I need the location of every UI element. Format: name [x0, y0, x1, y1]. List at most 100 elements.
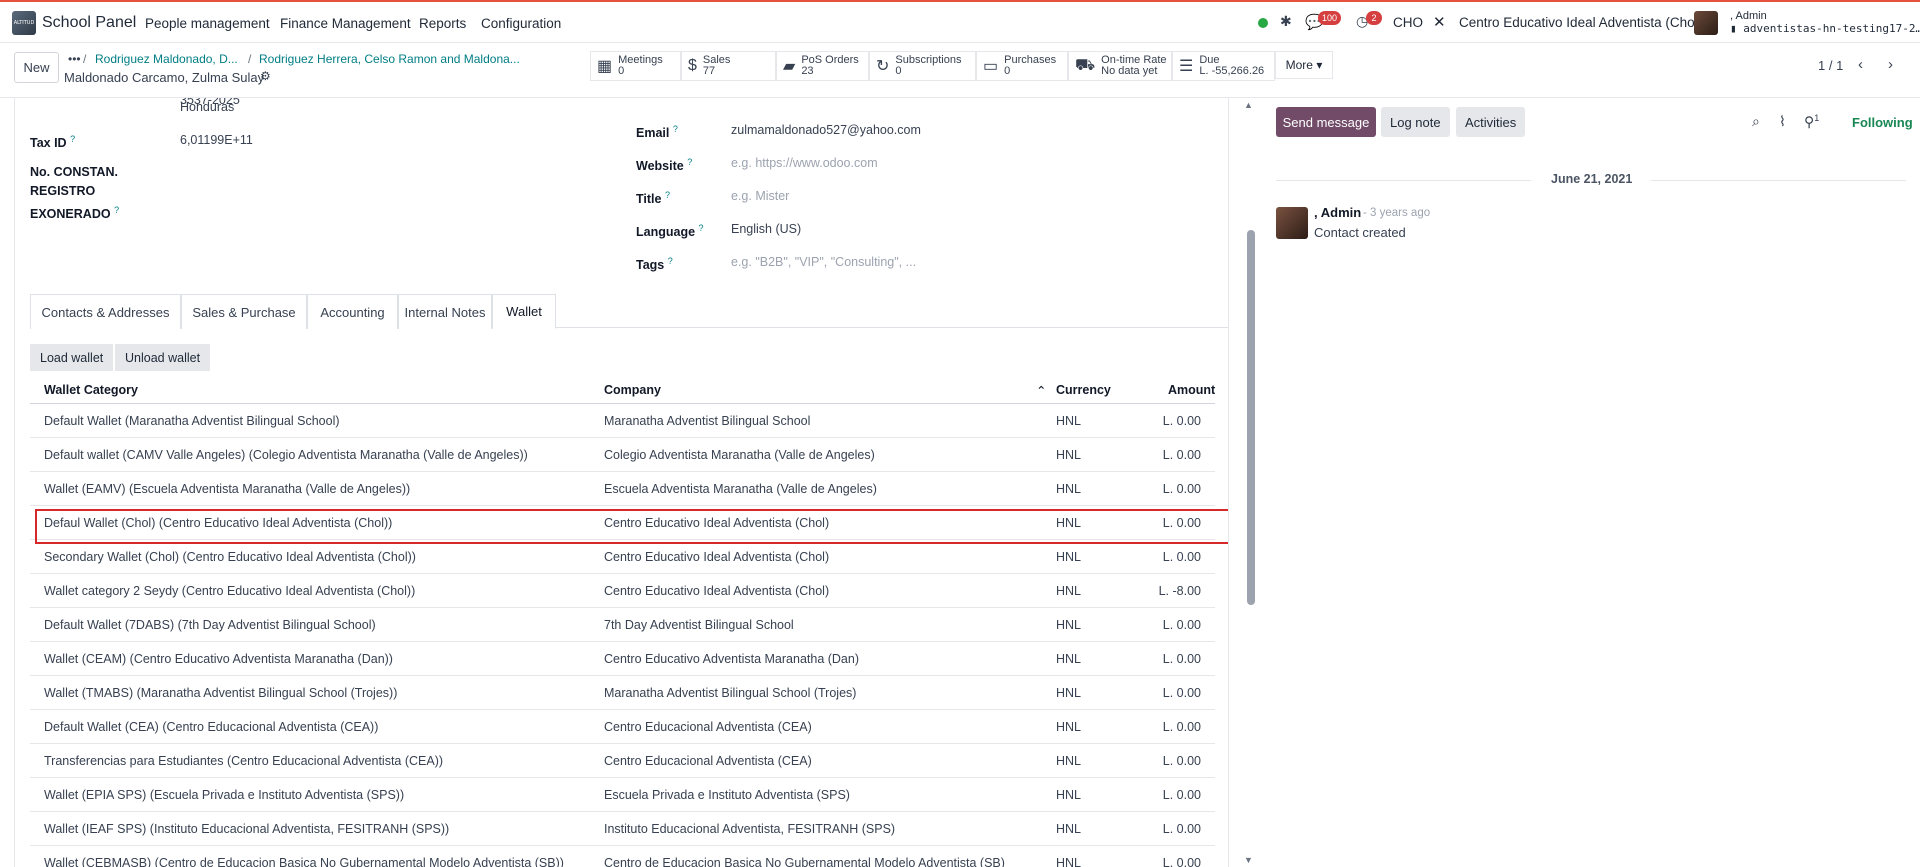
table-row[interactable]: Wallet (IEAF SPS) (Instituto Educacional…: [30, 812, 1215, 846]
menu-finance-management[interactable]: Finance Management: [280, 16, 411, 31]
tax-id-value[interactable]: 6,01199E+11: [180, 133, 253, 147]
menu-people-management[interactable]: People management: [145, 16, 270, 31]
email-field[interactable]: zulmamaldonado527@yahoo.com: [731, 123, 921, 137]
table-row[interactable]: Wallet (EPIA SPS) (Escuela Privada e Ins…: [30, 778, 1215, 812]
chevron-right-icon[interactable]: ›: [1888, 56, 1893, 73]
language-label-text: Language: [636, 225, 696, 240]
breadcrumb-item-2[interactable]: Rodriguez Herrera, Celso Ramon and Maldo…: [259, 52, 520, 66]
menu-reports[interactable]: Reports: [419, 16, 466, 31]
unload-wallet-button[interactable]: Unload wallet: [115, 344, 211, 371]
chevron-left-icon[interactable]: ‹: [1858, 56, 1863, 73]
company-code[interactable]: CHO: [1393, 15, 1423, 30]
table-row[interactable]: Transferencias para Estudiantes (Centro …: [30, 744, 1215, 778]
table-row[interactable]: Default Wallet (7DABS) (7th Day Adventis…: [30, 608, 1215, 642]
tab-sales-purchase[interactable]: Sales & Purchase: [181, 294, 307, 329]
gear-icon[interactable]: ⚙: [260, 69, 271, 83]
logo-text: ALTITUD: [13, 20, 35, 26]
wallet-category-cell: Wallet (CEBMASB) (Centro de Educacion Ba…: [44, 856, 564, 867]
menu-configuration[interactable]: Configuration: [481, 16, 561, 31]
wallet-category-cell: Default Wallet (7DABS) (7th Day Adventis…: [44, 618, 376, 632]
message-author[interactable]: , Admin: [1314, 205, 1361, 220]
load-wallet-button[interactable]: Load wallet: [30, 344, 114, 371]
smart-button-purchases[interactable]: ▭ Purchases 0: [976, 51, 1068, 81]
table-row[interactable]: Secondary Wallet (Chol) (Centro Educativ…: [30, 540, 1215, 574]
search-icon[interactable]: ⌕: [1752, 113, 1760, 130]
smart-button-pos-orders[interactable]: ▰ PoS Orders 23: [776, 51, 869, 81]
table-row[interactable]: Wallet category 2 Seydy (Centro Educativ…: [30, 574, 1215, 608]
tags-label-text: Tags: [636, 258, 665, 273]
smart-button-on-time-rate[interactable]: ⛟ On-time Rate No data yet: [1068, 51, 1172, 81]
currency-cell: HNL: [1056, 482, 1082, 496]
currency-cell: HNL: [1056, 618, 1082, 632]
help-icon[interactable]: ?: [70, 134, 75, 144]
tags-field[interactable]: e.g. "B2B", "VIP", "Consulting", ...: [731, 255, 916, 269]
amount-cell: L. 0.00: [1162, 856, 1201, 867]
smart-button-subscriptions[interactable]: ↻ Subscriptions 0: [869, 51, 976, 81]
table-row[interactable]: Wallet (EAMV) (Escuela Adventista Marana…: [30, 472, 1215, 506]
breadcrumb-item-1[interactable]: Rodriguez Maldonado, D...: [95, 52, 238, 66]
followers-icon[interactable]: ⚲1: [1804, 113, 1819, 131]
table-row[interactable]: Default Wallet (Maranatha Adventist Bili…: [30, 404, 1215, 438]
website-label: Website ?: [636, 153, 692, 176]
country-value[interactable]: Honduras: [180, 100, 234, 114]
column-currency[interactable]: Currency: [1056, 383, 1111, 397]
help-icon[interactable]: ?: [687, 157, 692, 167]
exonerado-label-line-3: EXONERADO: [30, 207, 111, 222]
smart-button-sales[interactable]: $ Sales 77: [681, 51, 776, 81]
following-button[interactable]: Following: [1852, 115, 1913, 130]
bug-icon[interactable]: ✱: [1280, 13, 1292, 30]
tab-wallet[interactable]: Wallet: [492, 294, 556, 329]
table-row[interactable]: Default Wallet (CEA) (Centro Educacional…: [30, 710, 1215, 744]
smart-button-meetings[interactable]: ▦ Meetings 0: [590, 51, 681, 81]
user-avatar[interactable]: [1694, 11, 1718, 35]
company-switcher[interactable]: Centro Educativo Ideal Adventista (Chol): [1459, 15, 1702, 30]
table-row[interactable]: Wallet (TMABS) (Maranatha Adventist Bili…: [30, 676, 1215, 710]
tab-accounting[interactable]: Accounting: [307, 294, 398, 329]
scroll-up-icon[interactable]: ▲: [1244, 100, 1253, 110]
website-field[interactable]: e.g. https://www.odoo.com: [731, 156, 878, 170]
column-wallet-category[interactable]: Wallet Category: [44, 383, 138, 397]
table-row[interactable]: Wallet (CEAM) (Centro Educativo Adventis…: [30, 642, 1215, 676]
activities-button[interactable]: Activities: [1456, 107, 1526, 137]
company-cell: Maranatha Adventist Bilingual School (Tr…: [604, 686, 857, 700]
form-scrollbar[interactable]: [1247, 230, 1255, 605]
message-author-avatar[interactable]: [1276, 207, 1308, 239]
pager-value[interactable]: 1 / 1: [1818, 58, 1843, 73]
date-label: June 21, 2021: [1551, 172, 1633, 186]
send-message-button[interactable]: Send message: [1276, 107, 1376, 137]
help-icon[interactable]: ?: [699, 223, 704, 233]
exonerado-label-line-1: No. CONSTAN.: [30, 165, 118, 179]
column-amount[interactable]: Amount: [1168, 383, 1215, 397]
table-row[interactable]: Default wallet (CAMV Valle Angeles) (Col…: [30, 438, 1215, 472]
help-icon[interactable]: ?: [114, 205, 119, 215]
title-field[interactable]: e.g. Mister: [731, 189, 789, 203]
table-row[interactable]: Wallet (CEBMASB) (Centro de Educacion Ba…: [30, 846, 1215, 867]
currency-cell: HNL: [1056, 414, 1082, 428]
currency-cell: HNL: [1056, 856, 1082, 867]
column-company[interactable]: Company: [604, 383, 661, 397]
scroll-down-icon[interactable]: ▼: [1244, 855, 1253, 865]
help-icon[interactable]: ?: [668, 256, 673, 266]
smart-value: 0: [618, 65, 625, 77]
breadcrumb-overflow[interactable]: •••: [68, 52, 81, 66]
user-name[interactable]: , Admin: [1730, 10, 1767, 22]
school-logo-icon[interactable]: ALTITUD: [12, 11, 36, 35]
tab-internal-notes[interactable]: Internal Notes: [398, 294, 492, 329]
breadcrumb-separator: /: [83, 52, 87, 66]
more-dropdown-button[interactable]: More ▾: [1275, 51, 1333, 79]
language-field[interactable]: English (US): [731, 222, 801, 236]
smart-button-due[interactable]: ☰ Due L. -55,266.26: [1172, 51, 1275, 81]
paperclip-icon[interactable]: ⌇: [1779, 113, 1786, 130]
tab-contacts-addresses[interactable]: Contacts & Addresses: [30, 294, 181, 329]
app-brand[interactable]: School Panel: [42, 14, 136, 32]
company-cell: Centro Educativo Ideal Adventista (Chol): [604, 550, 830, 564]
new-button[interactable]: New: [14, 52, 59, 83]
smart-value: 0: [895, 65, 902, 77]
help-icon[interactable]: ?: [673, 124, 678, 134]
wallet-table-header: Wallet Category Company ⌃ Currency Amoun…: [30, 376, 1215, 404]
help-icon[interactable]: ?: [665, 190, 670, 200]
notebook-tabs: Contacts & Addresses Sales & Purchase Ac…: [30, 294, 1228, 329]
log-note-button[interactable]: Log note: [1381, 107, 1450, 137]
tools-icon[interactable]: ✕: [1433, 13, 1446, 31]
sort-ascending-icon[interactable]: ⌃: [1036, 383, 1046, 398]
